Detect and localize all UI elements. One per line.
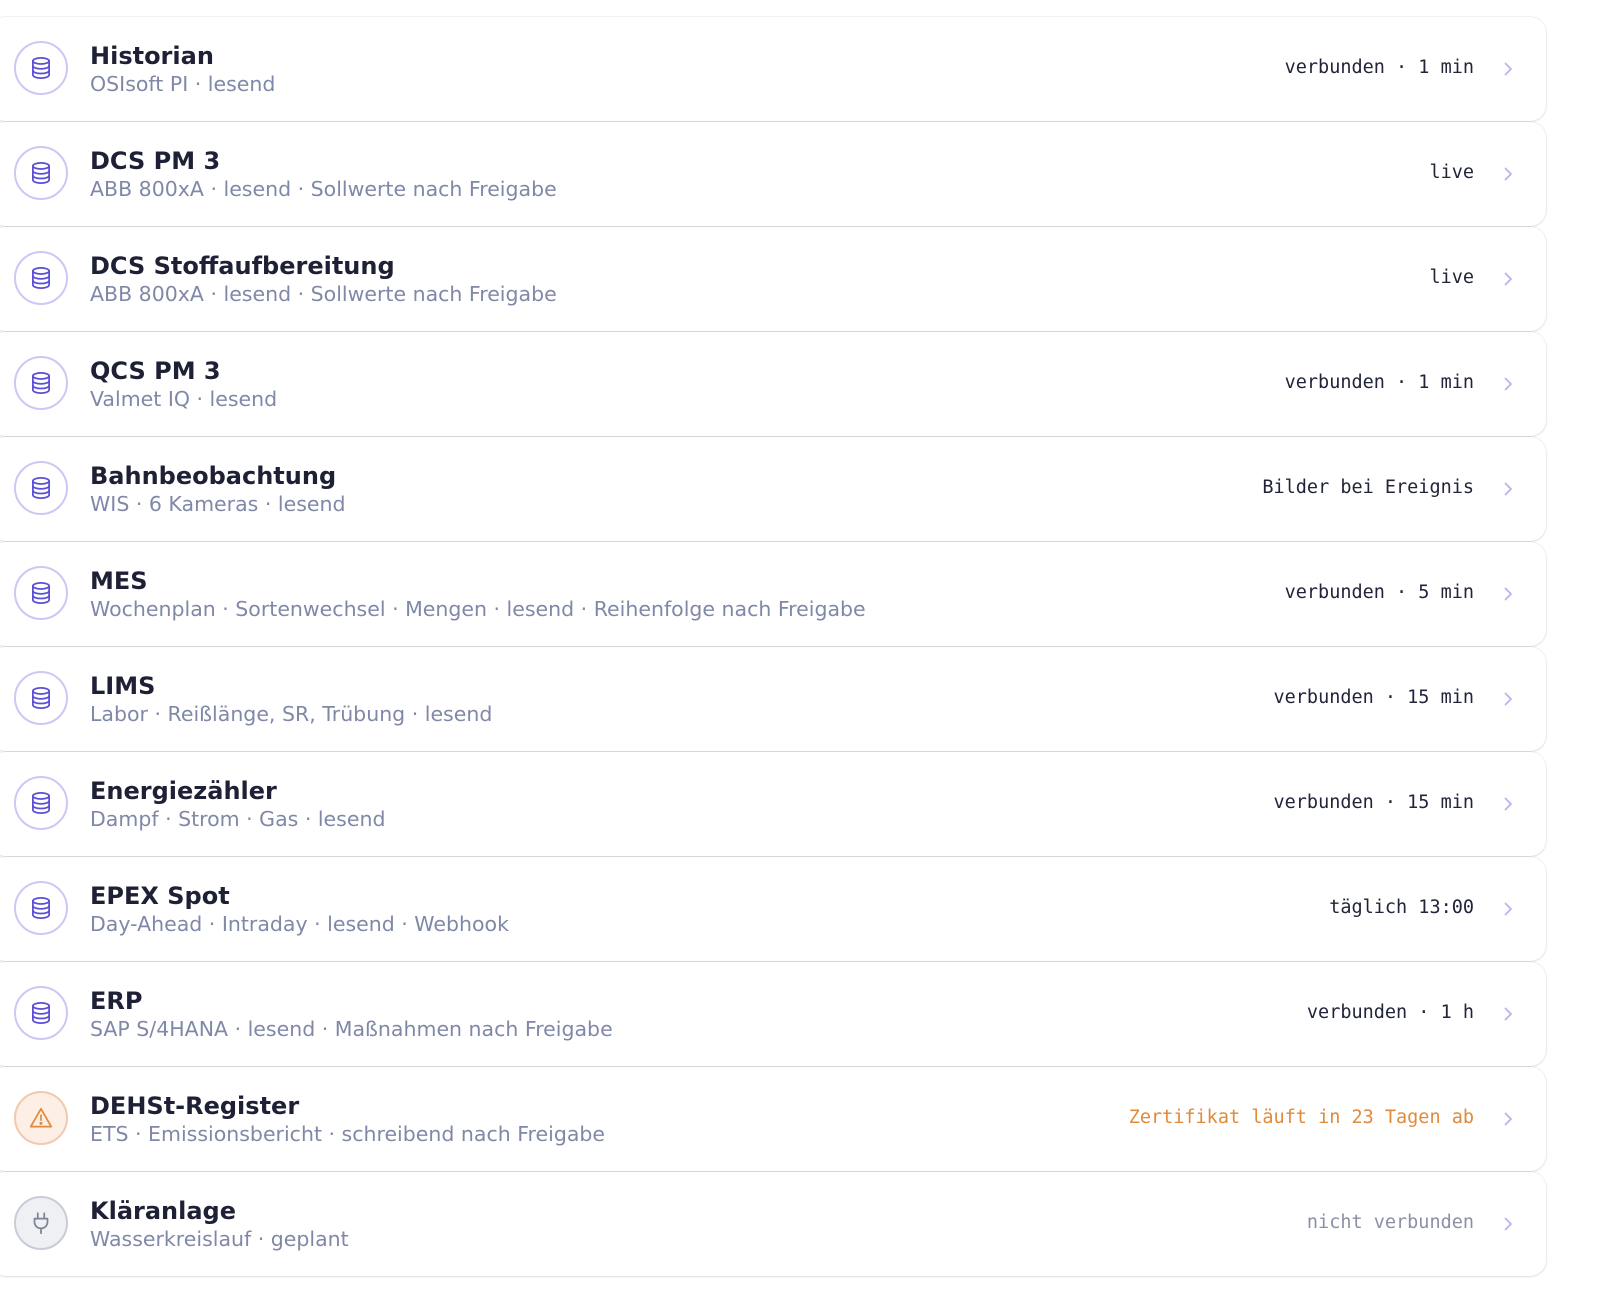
connection-icon-badge xyxy=(14,1091,68,1145)
connection-icon-badge xyxy=(14,146,68,200)
connection-subtitle: Labor · Reißlänge, SR, Trübung · lesend xyxy=(90,702,493,726)
connection-row-dcs-stoffaufbereitung[interactable]: DCS Stoffaufbereitung ABB 800xA · lesend … xyxy=(0,227,1546,331)
connection-icon-badge xyxy=(14,671,68,725)
chevron-right-icon[interactable] xyxy=(1498,899,1518,919)
database-icon xyxy=(28,685,54,711)
connection-row-bahnbeobachtung[interactable]: Bahnbeobachtung WIS · 6 Kameras · lesend B… xyxy=(0,437,1546,541)
connection-row-dehst-register[interactable]: DEHSt-Register ETS · Emissionsbericht · s… xyxy=(0,1067,1546,1171)
database-icon xyxy=(28,160,54,186)
connection-title: DCS Stoffaufbereitung xyxy=(90,252,395,280)
connection-title: Historian xyxy=(90,42,214,70)
connection-status: nicht verbunden xyxy=(1306,1212,1474,1233)
connection-row-erp[interactable]: ERP SAP S/4HANA · lesend · Maßnahmen nach… xyxy=(0,962,1546,1066)
connection-title: Bahnbeobachtung xyxy=(90,462,337,490)
connection-title: MES xyxy=(90,567,148,595)
connection-status: verbunden · 1 min xyxy=(1284,57,1474,78)
chevron-right-icon[interactable] xyxy=(1498,1214,1518,1234)
chevron-right-icon[interactable] xyxy=(1498,1109,1518,1129)
chevron-right-icon[interactable] xyxy=(1498,584,1518,604)
connection-icon-badge xyxy=(14,356,68,410)
connection-subtitle: OSIsoft PI · lesend xyxy=(90,72,276,96)
connection-status: verbunden · 15 min xyxy=(1273,792,1474,813)
connection-title: LIMS xyxy=(90,672,156,700)
connection-subtitle: SAP S/4HANA · lesend · Maßnahmen nach Fr… xyxy=(90,1017,613,1041)
database-icon xyxy=(28,790,54,816)
database-icon xyxy=(28,265,54,291)
connection-subtitle: ETS · Emissionsbericht · schreibend nach… xyxy=(90,1122,606,1146)
connection-subtitle: Wasserkreislauf · geplant xyxy=(90,1227,349,1251)
connection-icon-badge xyxy=(14,881,68,935)
chevron-right-icon[interactable] xyxy=(1498,689,1518,709)
chevron-right-icon[interactable] xyxy=(1498,164,1518,184)
connection-status: verbunden · 1 h xyxy=(1306,1002,1474,1023)
connection-title: Energiezähler xyxy=(90,777,277,805)
connection-subtitle: ABB 800xA · lesend · Sollwerte nach Frei… xyxy=(90,282,557,306)
database-icon xyxy=(28,895,54,921)
connection-status: Bilder bei Ereignis xyxy=(1262,477,1474,498)
connection-status: live xyxy=(1429,162,1474,183)
database-icon xyxy=(28,580,54,606)
connection-title: QCS PM 3 xyxy=(90,357,221,385)
connection-icon-badge xyxy=(14,251,68,305)
connection-subtitle: Wochenplan · Sortenwechsel · Mengen · le… xyxy=(90,597,866,621)
chevron-right-icon[interactable] xyxy=(1498,1004,1518,1024)
connection-row-energiezähler[interactable]: Energiezähler Dampf · Strom · Gas · lesen… xyxy=(0,752,1546,856)
connection-title: DCS PM 3 xyxy=(90,147,221,175)
connection-subtitle: Dampf · Strom · Gas · lesend xyxy=(90,807,386,831)
connection-icon-badge xyxy=(14,566,68,620)
chevron-right-icon[interactable] xyxy=(1498,374,1518,394)
chevron-right-icon[interactable] xyxy=(1498,794,1518,814)
database-icon xyxy=(28,475,54,501)
connection-icon-badge xyxy=(14,461,68,515)
connection-title: DEHSt-Register xyxy=(90,1092,300,1120)
connection-status: verbunden · 5 min xyxy=(1284,582,1474,603)
connection-title: Kläranlage xyxy=(90,1197,237,1225)
connection-title: ERP xyxy=(90,987,143,1015)
connection-status: täglich 13:00 xyxy=(1329,897,1474,918)
connection-icon-badge xyxy=(14,41,68,95)
connection-icon-badge xyxy=(14,776,68,830)
connection-row-mes[interactable]: MES Wochenplan · Sortenwechsel · Mengen ·… xyxy=(0,542,1546,646)
connection-status: Zertifikat läuft in 23 Tagen ab xyxy=(1128,1107,1474,1128)
connection-icon-badge xyxy=(14,986,68,1040)
connection-row-historian[interactable]: Historian OSIsoft PI · lesend verbunden · … xyxy=(0,17,1546,121)
chevron-right-icon[interactable] xyxy=(1498,269,1518,289)
connection-row-dcs-pm-3[interactable]: DCS PM 3 ABB 800xA · lesend · Sollwerte n… xyxy=(0,122,1546,226)
connection-subtitle: ABB 800xA · lesend · Sollwerte nach Frei… xyxy=(90,177,557,201)
connection-row-qcs-pm-3[interactable]: QCS PM 3 Valmet IQ · lesend verbunden · 1 … xyxy=(0,332,1546,436)
connection-subtitle: Valmet IQ · lesend xyxy=(90,387,278,411)
connection-title: EPEX Spot xyxy=(90,882,230,910)
database-icon xyxy=(28,370,54,396)
connection-subtitle: Day-Ahead · Intraday · lesend · Webhook xyxy=(90,912,509,936)
warning-icon xyxy=(28,1105,54,1131)
database-icon xyxy=(28,1000,54,1026)
connection-icon-badge xyxy=(14,1196,68,1250)
connection-status: verbunden · 1 min xyxy=(1284,372,1474,393)
chevron-right-icon[interactable] xyxy=(1498,59,1518,79)
chevron-right-icon[interactable] xyxy=(1498,479,1518,499)
database-icon xyxy=(28,55,54,81)
connection-row-epex-spot[interactable]: EPEX Spot Day-Ahead · Intraday · lesend ·… xyxy=(0,857,1546,961)
connection-row-lims[interactable]: LIMS Labor · Reißlänge, SR, Trübung · les… xyxy=(0,647,1546,751)
connection-status: live xyxy=(1429,267,1474,288)
connection-row-kläranlage[interactable]: Kläranlage Wasserkreislauf · geplant nicht… xyxy=(0,1172,1546,1276)
connection-list: Historian OSIsoft PI · lesend verbunden · … xyxy=(0,0,1600,1276)
plug-icon xyxy=(28,1210,54,1236)
connection-status: verbunden · 15 min xyxy=(1273,687,1474,708)
connection-subtitle: WIS · 6 Kameras · lesend xyxy=(90,492,346,516)
